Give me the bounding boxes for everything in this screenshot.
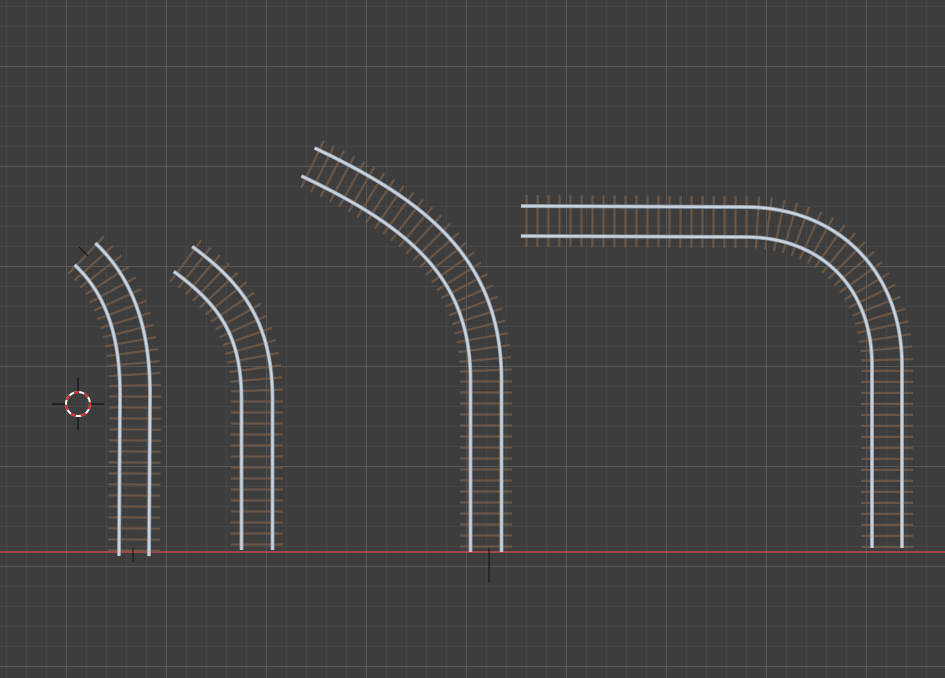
sleeper (754, 196, 761, 249)
sleeper (390, 198, 424, 242)
rail-edge (521, 204, 904, 548)
origin-marker-track-1b (78, 246, 89, 257)
sleeper (229, 364, 281, 374)
sleeper (230, 376, 283, 383)
scene-canvas[interactable] (0, 0, 945, 678)
sleeper (373, 184, 405, 230)
sleeper (192, 262, 230, 302)
sleeper (177, 246, 212, 289)
sleeper (230, 388, 283, 393)
sleeper (419, 231, 460, 268)
sleeper (169, 239, 203, 283)
sleeper (73, 244, 114, 282)
sleeper (106, 348, 159, 358)
sleeper (67, 235, 105, 275)
sleeper (412, 222, 451, 262)
3d-cursor-icon[interactable] (52, 378, 104, 430)
sleeper (763, 197, 773, 250)
sleeper (185, 254, 221, 296)
sleeper (425, 241, 468, 276)
sleeper (820, 232, 856, 274)
rail-edge (520, 234, 874, 548)
rail (94, 242, 152, 557)
sleeper (839, 261, 883, 294)
sleeper (79, 254, 123, 289)
sleeper (365, 178, 396, 224)
sleeper (405, 214, 443, 255)
sleeper (108, 383, 161, 388)
sleeper (833, 250, 875, 287)
sleeper (813, 224, 846, 269)
sleeper (204, 281, 247, 316)
sleeper (860, 345, 913, 353)
rail (520, 234, 874, 548)
sleeper (436, 261, 482, 292)
track-segment-3[interactable] (300, 140, 512, 552)
sleeper (459, 356, 512, 363)
sleeper (827, 241, 866, 280)
sleeper (431, 251, 475, 284)
sleeper (859, 333, 911, 343)
track-segment-4[interactable] (520, 195, 913, 548)
sleeper (382, 191, 415, 236)
sleeper (459, 368, 512, 373)
sleeper (107, 360, 160, 368)
sleeper (210, 291, 255, 323)
rail-edge (93, 241, 153, 557)
3d-viewport[interactable] (0, 0, 945, 678)
sleeper (398, 206, 434, 248)
sleeper (198, 271, 239, 309)
sleeper (356, 172, 386, 219)
rail (521, 204, 904, 548)
sleeper (108, 371, 161, 378)
sleeper (860, 358, 913, 362)
track-segment-1[interactable] (67, 235, 162, 557)
track-segment-2[interactable] (169, 239, 283, 550)
